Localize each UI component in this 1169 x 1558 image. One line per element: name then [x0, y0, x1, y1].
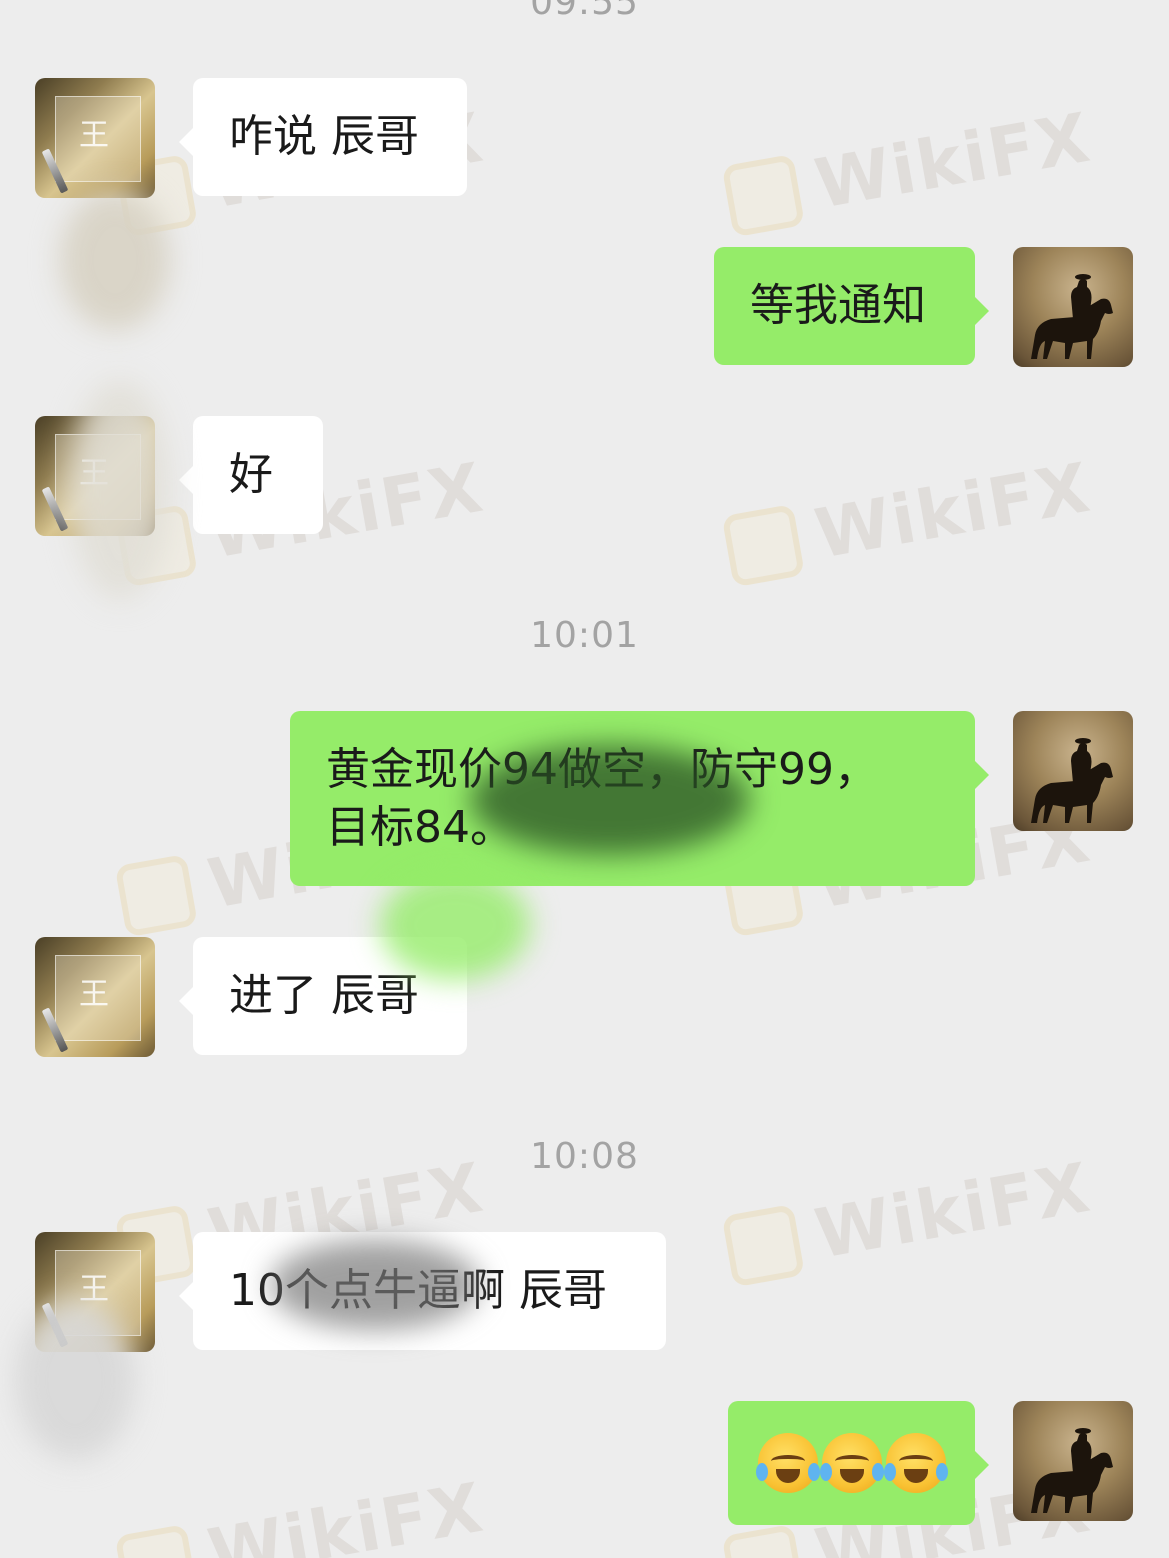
watermark: WikiFX — [114, 1469, 490, 1558]
watermark-text: WikiFX — [809, 448, 1097, 575]
timestamp: 10:08 — [530, 1136, 639, 1177]
watermark-logo-icon — [114, 853, 198, 937]
tears-of-joy-icon — [756, 1433, 820, 1493]
avatar-glyph: 王 — [79, 977, 109, 1012]
watermark: WikiFX — [721, 99, 1097, 241]
contact-avatar[interactable]: 王 — [35, 416, 155, 536]
redaction-smudge — [60, 190, 170, 330]
message-bubble-incoming[interactable]: 咋说 辰哥 — [179, 78, 467, 196]
emoji-row — [756, 1433, 948, 1493]
message-text: 好 — [229, 449, 273, 500]
user-avatar[interactable] — [1013, 1401, 1133, 1521]
tears-of-joy-icon — [884, 1433, 948, 1493]
avatar-glyph: 王 — [79, 1272, 109, 1307]
contact-avatar[interactable]: 王 — [35, 78, 155, 198]
watermark-logo-icon — [114, 1523, 198, 1558]
horse-rider-icon — [1031, 1428, 1113, 1513]
avatar-glyph: 王 — [79, 118, 109, 153]
user-avatar[interactable] — [1013, 247, 1133, 367]
user-avatar[interactable] — [1013, 711, 1133, 831]
message-text: 等我通知 — [750, 280, 926, 331]
contact-avatar[interactable]: 王 — [35, 937, 155, 1057]
message-bubble-outgoing[interactable] — [728, 1401, 989, 1525]
message-bubble-outgoing[interactable]: 等我通知 — [714, 247, 989, 365]
avatar-glyph: 王 — [79, 456, 109, 491]
message-text: 10个点牛逼啊 辰哥 — [229, 1265, 607, 1316]
horse-rider-icon — [1031, 274, 1113, 359]
message-text: 黄金现价94做空，防守99， 目标84。 — [326, 744, 878, 853]
tears-of-joy-icon — [820, 1433, 884, 1493]
message-bubble-incoming[interactable]: 好 — [179, 416, 323, 534]
message-text: 咋说 辰哥 — [229, 111, 419, 162]
watermark-logo-icon — [721, 503, 805, 587]
timestamp: 10:01 — [530, 615, 639, 656]
contact-avatar[interactable]: 王 — [35, 1232, 155, 1352]
watermark-logo-icon — [721, 1523, 805, 1558]
watermark: WikiFX — [721, 449, 1097, 591]
timestamp: 09:55 — [530, 0, 639, 23]
message-text: 进了 辰哥 — [229, 970, 419, 1021]
message-bubble-incoming[interactable]: 进了 辰哥 — [179, 937, 467, 1055]
watermark-text: WikiFX — [809, 98, 1097, 225]
horse-rider-icon — [1031, 738, 1113, 823]
chat-window: WikiFX WikiFX WikiFX WikiFX WikiFX WikiF… — [0, 0, 1169, 1558]
watermark-logo-icon — [721, 153, 805, 237]
watermark-logo-icon — [721, 1203, 805, 1287]
message-bubble-outgoing[interactable]: 黄金现价94做空，防守99， 目标84。 — [290, 711, 989, 886]
watermark-text: WikiFX — [202, 1468, 490, 1558]
message-bubble-incoming[interactable]: 10个点牛逼啊 辰哥 — [179, 1232, 666, 1350]
